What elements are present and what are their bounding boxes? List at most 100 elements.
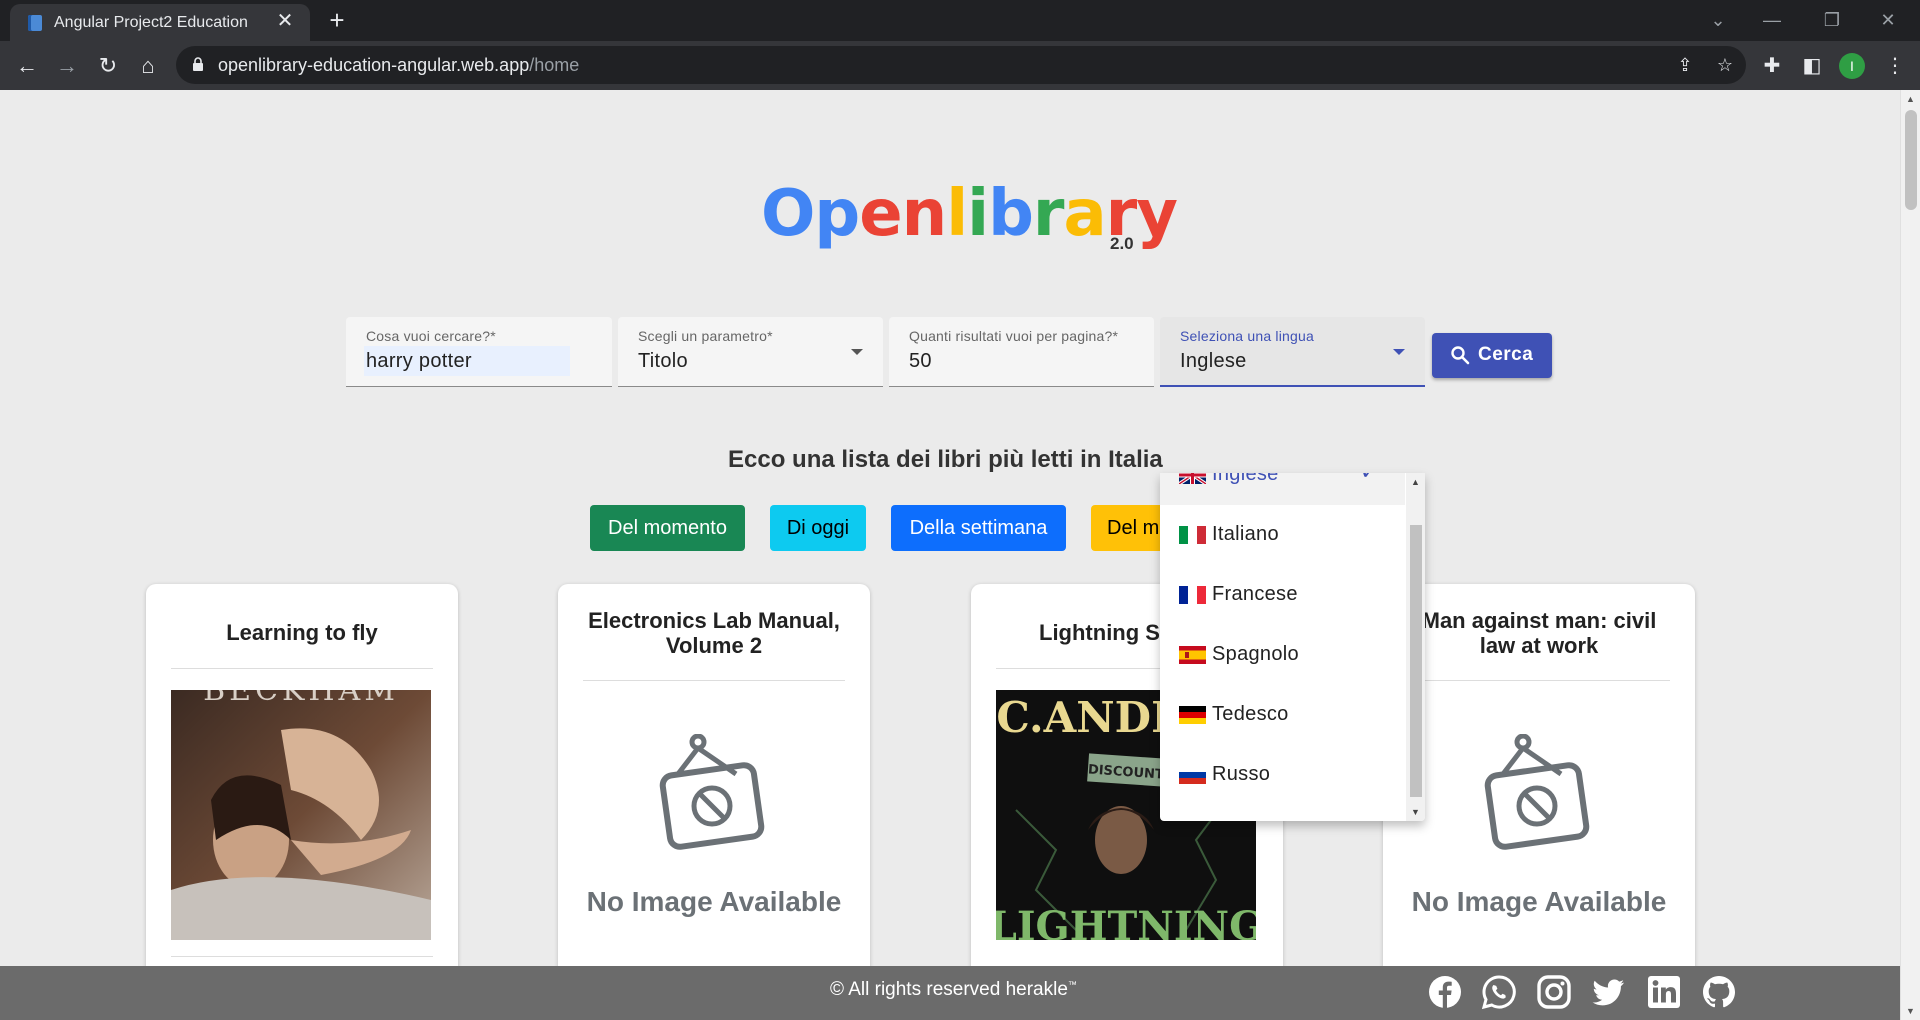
language-option-label: Inglese	[1212, 473, 1279, 485]
no-image-text: No Image Available	[586, 886, 842, 917]
menu-icon[interactable]: ⋮	[1880, 51, 1910, 81]
close-window-button[interactable]: ✕	[1868, 6, 1908, 34]
filter-di-oggi-button[interactable]: Di oggi	[770, 505, 866, 551]
profile-avatar[interactable]: I	[1839, 53, 1865, 79]
scroll-down-icon[interactable]: ▼	[1411, 807, 1420, 817]
logo-letter: l	[946, 177, 968, 251]
whatsapp-icon[interactable]	[1481, 974, 1517, 1010]
page-scroll-thumb[interactable]	[1905, 110, 1917, 210]
browser-tab-bar: Angular Project2 Education ✕ + ⌄ — ❐ ✕	[0, 0, 1920, 41]
results-per-page-input[interactable]: 50	[909, 350, 932, 373]
search-button[interactable]: Cerca	[1432, 333, 1552, 378]
cover-learning-to-fly: BECKHAM	[171, 690, 431, 940]
search-button-label: Cerca	[1478, 344, 1534, 365]
search-query-label: Cosa vuoi cercare?*	[366, 328, 496, 344]
home-icon[interactable]: ⌂	[131, 49, 165, 83]
search-icon	[1451, 346, 1470, 365]
book-title: Electronics Lab Manual, Volume 2	[588, 608, 840, 658]
language-option-inglese[interactable]: Inglese ✓	[1160, 473, 1405, 505]
footer-copyright: © All rights reserved herakle™	[830, 979, 1077, 1001]
section-subtitle: Ecco una lista dei libri più letti in It…	[728, 446, 1163, 473]
dropdown-scroll-thumb[interactable]	[1410, 525, 1422, 797]
search-query-field[interactable]: Cosa vuoi cercare?* harry potter	[346, 317, 612, 387]
language-option-italiano[interactable]: Italiano	[1160, 505, 1405, 565]
forward-icon[interactable]: →	[50, 49, 84, 83]
filter-del-momento-button[interactable]: Del momento	[590, 505, 745, 551]
lock-icon	[193, 57, 203, 71]
restore-button[interactable]: ❐	[1812, 6, 1852, 34]
github-icon[interactable]	[1701, 974, 1737, 1010]
book-cover-image: BECKHAM	[171, 690, 431, 940]
card-divider	[1408, 680, 1670, 681]
language-option-spagnolo[interactable]: Spagnolo	[1160, 625, 1405, 685]
instagram-icon[interactable]	[1536, 974, 1572, 1010]
back-icon[interactable]: ←	[10, 49, 44, 83]
tab-title: Angular Project2 Education	[54, 14, 248, 31]
tab-search-icon[interactable]: ⌄	[1698, 6, 1738, 34]
language-select[interactable]: Seleziona una lingua Inglese	[1160, 317, 1425, 387]
address-bar[interactable]: openlibrary-education-angular.web.app/ho…	[176, 46, 1746, 84]
no-image-icon	[659, 734, 765, 850]
url-host: openlibrary-education-angular.web.app	[218, 55, 530, 75]
logo-version: 2.0	[1110, 234, 1134, 253]
germany-flag-icon	[1179, 706, 1206, 724]
france-flag-icon	[1179, 586, 1206, 604]
close-tab-icon[interactable]: ✕	[274, 10, 296, 32]
logo-letter: i	[967, 177, 989, 251]
reload-icon[interactable]: ↻	[91, 49, 125, 83]
book-card[interactable]: Man against man: civil law at work No Im…	[1383, 584, 1695, 1020]
parameter-label: Scegli un parametro*	[638, 328, 773, 344]
share-icon[interactable]: ⇪	[1673, 53, 1697, 77]
no-image-text: No Image Available	[1411, 886, 1667, 917]
logo-letter: O	[761, 177, 815, 251]
scroll-down-icon[interactable]: ▼	[1906, 1006, 1915, 1016]
page-viewport: Openlibrary 2.0 Cosa vuoi cercare?* harr…	[0, 90, 1900, 1020]
browser-toolbar: ← → ↻ ⌂ openlibrary-education-angular.we…	[0, 41, 1920, 90]
parameter-select[interactable]: Scegli un parametro* Titolo	[618, 317, 883, 387]
url-text: openlibrary-education-angular.web.app/ho…	[218, 55, 579, 76]
results-per-page-field[interactable]: Quanti risultati vuoi per pagina?* 50	[889, 317, 1154, 387]
bookmark-star-icon[interactable]: ☆	[1713, 53, 1737, 77]
page-footer: © All rights reserved herakle™	[0, 966, 1900, 1020]
book-card[interactable]: Electronics Lab Manual, Volume 2 No Imag…	[558, 584, 870, 1020]
book-card[interactable]: Learning to fly BECKHAM	[146, 584, 458, 1020]
book-title: Man against man: civil law at work	[1421, 608, 1657, 658]
dropdown-arrow-icon	[851, 349, 863, 355]
logo-letter: n	[901, 177, 948, 251]
results-per-page-label: Quanti risultati vuoi per pagina?*	[909, 328, 1119, 344]
logo-letter: b	[988, 177, 1034, 251]
filter-del-mese-button[interactable]: Del m	[1091, 505, 1171, 551]
cover-text: LIGHTNING	[996, 903, 1256, 940]
no-image-icon	[1484, 734, 1590, 850]
card-divider	[583, 680, 845, 681]
twitter-icon[interactable]	[1591, 974, 1627, 1010]
side-panel-icon[interactable]: ◧	[1797, 51, 1827, 81]
russia-flag-icon	[1179, 766, 1206, 784]
scroll-up-icon[interactable]: ▲	[1906, 94, 1915, 104]
extensions-icon[interactable]: ✚	[1757, 51, 1787, 81]
trademark-symbol: ™	[1067, 979, 1077, 990]
dropdown-scrollbar[interactable]: ▲ ▼	[1406, 473, 1425, 821]
language-option-label: Spagnolo	[1212, 643, 1299, 665]
page-scrollbar[interactable]: ▲ ▼	[1900, 90, 1920, 1020]
new-tab-button[interactable]: +	[322, 6, 352, 36]
language-option-tedesco[interactable]: Tedesco	[1160, 685, 1405, 745]
scroll-up-icon[interactable]: ▲	[1411, 477, 1420, 487]
search-query-input[interactable]: harry potter	[366, 350, 472, 373]
language-value: Inglese	[1180, 350, 1247, 372]
book-title: Learning to fly	[226, 620, 378, 645]
browser-tab[interactable]: Angular Project2 Education ✕	[10, 4, 310, 41]
footer-copyright-text: © All rights reserved herakle	[830, 979, 1068, 1000]
minimize-button[interactable]: —	[1752, 6, 1792, 34]
facebook-icon[interactable]	[1427, 974, 1463, 1010]
parameter-value: Titolo	[638, 350, 688, 372]
language-label: Seleziona una lingua	[1180, 328, 1314, 344]
linkedin-icon[interactable]	[1646, 974, 1682, 1010]
language-option-label: Francese	[1212, 583, 1298, 605]
spain-flag-icon	[1179, 646, 1206, 664]
language-option-francese[interactable]: Francese	[1160, 565, 1405, 625]
filter-della-settimana-button[interactable]: Della settimana	[891, 505, 1066, 551]
language-option-russo[interactable]: Russo	[1160, 745, 1405, 805]
card-divider	[171, 668, 433, 669]
language-option-label: Tedesco	[1212, 703, 1289, 725]
